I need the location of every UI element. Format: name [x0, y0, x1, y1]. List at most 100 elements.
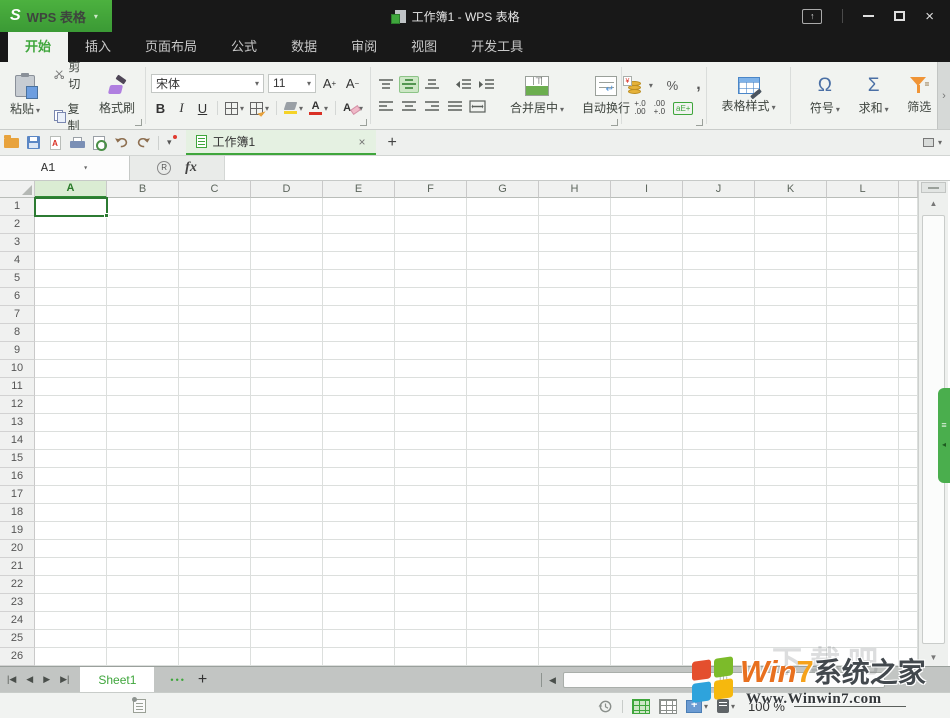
cell-partial-24[interactable]	[899, 612, 918, 630]
print-preview-button[interactable]	[88, 132, 110, 154]
add-sheet-button[interactable]: +	[198, 671, 207, 689]
row-header-21[interactable]: 21	[0, 558, 35, 576]
cell-B13[interactable]	[107, 414, 179, 432]
cell-A13[interactable]	[35, 414, 107, 432]
ribbon-scroll-right[interactable]: ›	[937, 62, 950, 129]
row-header-6[interactable]: 6	[0, 288, 35, 306]
wps-app-menu-button[interactable]: S WPS 表格 ▾	[0, 0, 112, 32]
column-header-I[interactable]: I	[611, 181, 683, 198]
row-header-14[interactable]: 14	[0, 432, 35, 450]
column-header-H[interactable]: H	[539, 181, 611, 198]
row-header-18[interactable]: 18	[0, 504, 35, 522]
cell-I20[interactable]	[611, 540, 683, 558]
cell-J5[interactable]	[683, 270, 755, 288]
cell-I4[interactable]	[611, 252, 683, 270]
cell-F20[interactable]	[395, 540, 467, 558]
cell-E15[interactable]	[323, 450, 395, 468]
cell-J2[interactable]	[683, 216, 755, 234]
history-icon[interactable]	[598, 699, 613, 714]
cell-A17[interactable]	[35, 486, 107, 504]
cell-H5[interactable]	[539, 270, 611, 288]
cell-C25[interactable]	[179, 630, 251, 648]
cell-H25[interactable]	[539, 630, 611, 648]
cell-G20[interactable]	[467, 540, 539, 558]
cell-J22[interactable]	[683, 576, 755, 594]
cell-F3[interactable]	[395, 234, 467, 252]
cell-C6[interactable]	[179, 288, 251, 306]
cell-E18[interactable]	[323, 504, 395, 522]
cell-L8[interactable]	[827, 324, 899, 342]
cell-C11[interactable]	[179, 378, 251, 396]
row-header-16[interactable]: 16	[0, 468, 35, 486]
column-header-J[interactable]: J	[683, 181, 755, 198]
cell-L6[interactable]	[827, 288, 899, 306]
cell-C14[interactable]	[179, 432, 251, 450]
cell-I23[interactable]	[611, 594, 683, 612]
font-size-select[interactable]: 11▾	[268, 74, 316, 93]
redo-button[interactable]	[132, 132, 154, 154]
cell-F2[interactable]	[395, 216, 467, 234]
cell-A3[interactable]	[35, 234, 107, 252]
cell-E22[interactable]	[323, 576, 395, 594]
cell-A8[interactable]	[35, 324, 107, 342]
cell-partial-18[interactable]	[899, 504, 918, 522]
cell-F13[interactable]	[395, 414, 467, 432]
menu-tab-formulas[interactable]: 公式	[214, 32, 274, 62]
cell-I5[interactable]	[611, 270, 683, 288]
menu-tab-data[interactable]: 数据	[274, 32, 334, 62]
cell-I21[interactable]	[611, 558, 683, 576]
cell-K17[interactable]	[755, 486, 827, 504]
scroll-up-icon[interactable]: ▲	[921, 195, 946, 213]
cell-C24[interactable]	[179, 612, 251, 630]
cell-K7[interactable]	[755, 306, 827, 324]
cell-D1[interactable]	[251, 198, 323, 216]
cell-J1[interactable]	[683, 198, 755, 216]
cell-partial-9[interactable]	[899, 342, 918, 360]
cell-partial-5[interactable]	[899, 270, 918, 288]
cell-C12[interactable]	[179, 396, 251, 414]
normal-view-button[interactable]	[632, 699, 650, 714]
cell-partial-14[interactable]	[899, 432, 918, 450]
cell-F14[interactable]	[395, 432, 467, 450]
cell-D18[interactable]	[251, 504, 323, 522]
cell-H22[interactable]	[539, 576, 611, 594]
filter-button[interactable]: = 筛选	[902, 74, 936, 117]
cell-partial-23[interactable]	[899, 594, 918, 612]
collapse-ribbon-icon[interactable]: ↑	[802, 9, 822, 24]
cell-A21[interactable]	[35, 558, 107, 576]
cell-G8[interactable]	[467, 324, 539, 342]
cell-F26[interactable]	[395, 648, 467, 666]
cell-F4[interactable]	[395, 252, 467, 270]
cell-G21[interactable]	[467, 558, 539, 576]
cell-K3[interactable]	[755, 234, 827, 252]
cell-partial-2[interactable]	[899, 216, 918, 234]
cell-partial-20[interactable]	[899, 540, 918, 558]
cell-K18[interactable]	[755, 504, 827, 522]
cell-H26[interactable]	[539, 648, 611, 666]
cell-I18[interactable]	[611, 504, 683, 522]
cell-G17[interactable]	[467, 486, 539, 504]
cell-L23[interactable]	[827, 594, 899, 612]
cell-I3[interactable]	[611, 234, 683, 252]
cell-E23[interactable]	[323, 594, 395, 612]
cell-B11[interactable]	[107, 378, 179, 396]
cell-D10[interactable]	[251, 360, 323, 378]
cell-F19[interactable]	[395, 522, 467, 540]
cell-B25[interactable]	[107, 630, 179, 648]
cell-H10[interactable]	[539, 360, 611, 378]
cell-A10[interactable]	[35, 360, 107, 378]
cell-K1[interactable]	[755, 198, 827, 216]
row-header-3[interactable]: 3	[0, 234, 35, 252]
cell-partial-11[interactable]	[899, 378, 918, 396]
row-header-24[interactable]: 24	[0, 612, 35, 630]
column-header-E[interactable]: E	[323, 181, 395, 198]
cell-L11[interactable]	[827, 378, 899, 396]
cell-G14[interactable]	[467, 432, 539, 450]
cell-B23[interactable]	[107, 594, 179, 612]
cell-E10[interactable]	[323, 360, 395, 378]
distribute-icon[interactable]	[468, 98, 488, 115]
cell-I15[interactable]	[611, 450, 683, 468]
cell-partial-22[interactable]	[899, 576, 918, 594]
cell-H14[interactable]	[539, 432, 611, 450]
cell-E9[interactable]	[323, 342, 395, 360]
